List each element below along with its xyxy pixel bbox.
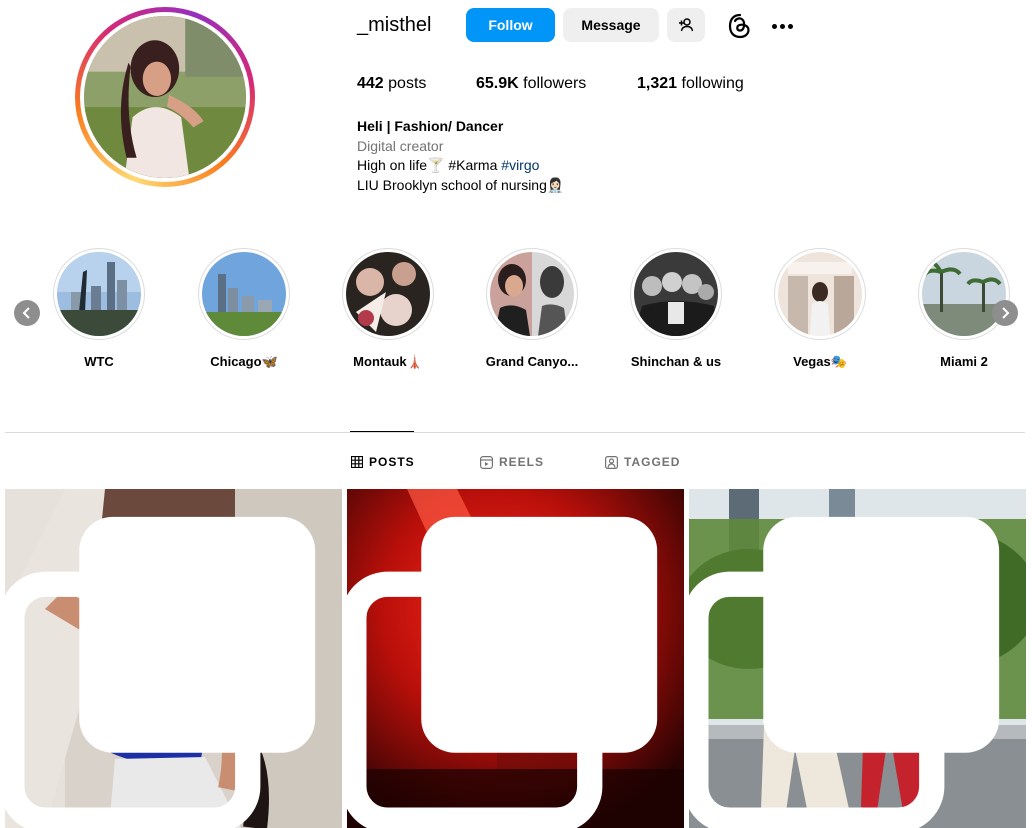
highlight-label: Grand Canyo... bbox=[485, 354, 579, 369]
highlight-label: Miami 2 bbox=[940, 354, 988, 369]
active-tab-indicator bbox=[350, 431, 414, 432]
tab-label: REELS bbox=[499, 455, 545, 469]
highlight-ring bbox=[918, 248, 1010, 340]
chevron-right-icon bbox=[1002, 307, 1010, 319]
tab-reels[interactable]: REELS bbox=[480, 455, 544, 469]
highlight-shinchan[interactable]: Shinchan & us bbox=[630, 248, 722, 369]
bio-text: High on life🍸 #Karma bbox=[357, 157, 502, 173]
following-count: 1,321 bbox=[637, 75, 678, 92]
message-button[interactable]: Message bbox=[563, 8, 659, 42]
highlight-ring bbox=[486, 248, 578, 340]
carousel-icon bbox=[347, 516, 658, 828]
carousel-icon bbox=[689, 516, 1000, 828]
more-options-icon[interactable] bbox=[768, 14, 796, 38]
reels-icon bbox=[480, 455, 493, 469]
highlight-vegas[interactable]: Vegas🎭 bbox=[774, 248, 866, 369]
grid-icon bbox=[351, 456, 363, 468]
profile-avatar[interactable] bbox=[75, 7, 255, 187]
tab-posts[interactable]: POSTS bbox=[351, 455, 415, 469]
highlight-cover bbox=[202, 252, 286, 336]
highlights-prev-button[interactable] bbox=[14, 300, 40, 326]
posts-label: posts bbox=[388, 75, 427, 92]
highlight-ring bbox=[53, 248, 145, 340]
highlight-grand-canyon[interactable]: Grand Canyo... bbox=[486, 248, 578, 369]
post-tile[interactable] bbox=[347, 489, 684, 828]
followers-link[interactable]: 65.9K followers bbox=[476, 75, 586, 93]
chevron-left-icon bbox=[22, 307, 30, 319]
following-link[interactable]: 1,321 following bbox=[637, 75, 744, 93]
tab-label: TAGGED bbox=[624, 455, 681, 469]
add-person-icon bbox=[679, 18, 694, 32]
highlight-cover bbox=[922, 252, 1006, 336]
followers-count: 65.9K bbox=[476, 75, 519, 92]
tabs-divider bbox=[5, 432, 1025, 433]
post-tile[interactable] bbox=[5, 489, 342, 828]
carousel-icon bbox=[5, 516, 316, 828]
dot bbox=[779, 23, 785, 29]
profile-full-name: Heli | Fashion/ Dancer bbox=[357, 118, 504, 134]
threads-icon[interactable] bbox=[727, 13, 753, 39]
posts-count: 442 bbox=[357, 75, 384, 92]
highlight-cover bbox=[490, 252, 574, 336]
profile-bio: Heli | Fashion/ Dancer Digital creator H… bbox=[357, 117, 564, 195]
dot bbox=[787, 23, 793, 29]
hashtag-link[interactable]: #virgo bbox=[501, 157, 539, 173]
followers-label: followers bbox=[523, 75, 587, 92]
highlight-label: Chicago🦋 bbox=[210, 354, 278, 369]
highlight-label: WTC bbox=[84, 354, 114, 369]
bio-line: LIU Brooklyn school of nursing👩🏻‍⚕️ bbox=[357, 176, 565, 193]
tab-label: POSTS bbox=[369, 455, 415, 469]
avatar-photo bbox=[84, 16, 246, 178]
dot bbox=[771, 23, 777, 29]
follow-button[interactable]: Follow bbox=[466, 8, 555, 42]
highlight-miami[interactable]: Miami 2 bbox=[918, 248, 1010, 369]
highlight-ring bbox=[630, 248, 722, 340]
highlights-next-button[interactable] bbox=[992, 300, 1018, 326]
highlight-cover bbox=[778, 252, 862, 336]
highlight-label: Montauk🗼 bbox=[353, 354, 423, 369]
bio-line: High on life🍸 #Karma #virgo bbox=[357, 156, 564, 176]
profile-category: Digital creator bbox=[357, 137, 444, 154]
highlight-montauk[interactable]: Montauk🗼 bbox=[342, 248, 434, 369]
highlight-cover bbox=[346, 252, 430, 336]
highlight-ring bbox=[198, 248, 290, 340]
highlight-label: Vegas🎭 bbox=[793, 354, 847, 369]
highlight-chicago[interactable]: Chicago🦋 bbox=[198, 248, 290, 369]
avatar-border bbox=[80, 12, 250, 182]
tagged-person-icon bbox=[605, 455, 618, 469]
suggested-users-button[interactable] bbox=[667, 8, 705, 42]
posts-count-stat: 442 posts bbox=[357, 75, 426, 93]
post-tile[interactable] bbox=[689, 489, 1026, 828]
highlight-ring bbox=[342, 248, 434, 340]
profile-username: _misthel bbox=[357, 14, 432, 36]
highlight-ring bbox=[774, 248, 866, 340]
tab-tagged[interactable]: TAGGED bbox=[605, 455, 680, 469]
following-label: following bbox=[681, 75, 744, 92]
highlight-label: Shinchan & us bbox=[630, 354, 722, 369]
highlight-cover bbox=[57, 252, 141, 336]
highlight-wtc[interactable]: WTC bbox=[53, 248, 145, 369]
highlight-cover bbox=[634, 252, 718, 336]
